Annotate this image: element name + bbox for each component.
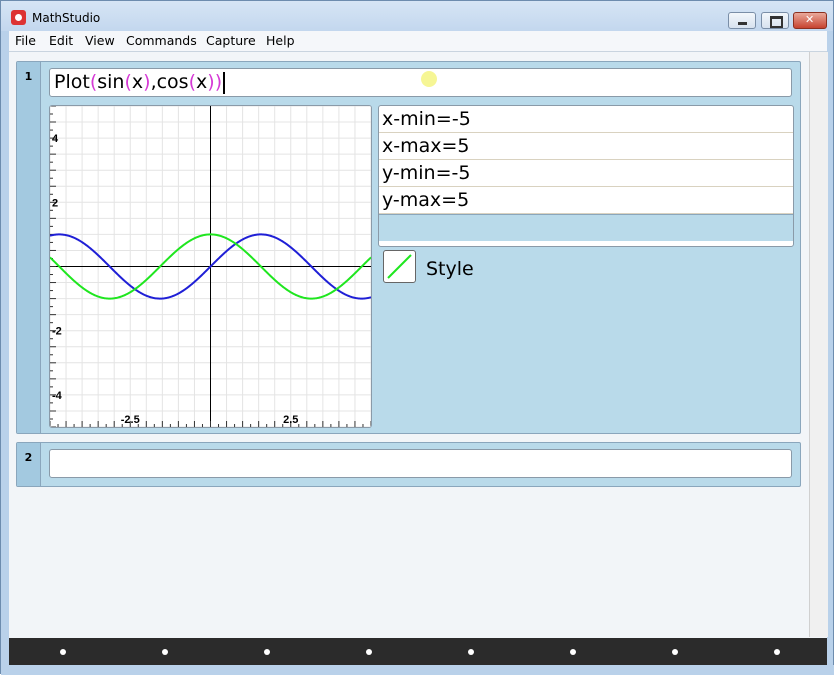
expr-paren: ( [188, 71, 197, 93]
expr-sin: sin [97, 71, 125, 93]
y-tick-label: 2 [52, 197, 58, 209]
cursor-highlight [421, 71, 437, 87]
plot-parameters: x-min=-5 x-max=5 y-min=-5 y-max=5 [378, 105, 794, 247]
y-tick-label: 4 [52, 133, 59, 145]
plot-panel[interactable]: 4 2 -2 -4 -2.5 2.5 [49, 105, 372, 428]
title-bar[interactable]: MathStudio [1, 1, 833, 31]
expr-paren: ) [143, 71, 151, 93]
menu-help[interactable]: Help [266, 33, 295, 48]
maximize-button[interactable] [761, 12, 789, 29]
menu-view[interactable]: View [85, 33, 115, 48]
toolbar-dot[interactable] [60, 649, 66, 655]
toolbar-dot[interactable] [162, 649, 168, 655]
menu-commands[interactable]: Commands [126, 33, 197, 48]
expr-paren: ( [124, 71, 132, 93]
toolbar-dot[interactable] [264, 649, 270, 655]
app-icon [11, 10, 26, 25]
menu-capture[interactable]: Capture [206, 33, 256, 48]
toolbar-dot[interactable] [468, 649, 474, 655]
toolbar-dot[interactable] [366, 649, 372, 655]
expr-func: Plot [54, 71, 90, 93]
menu-bar: File Edit View Commands Capture Help [9, 31, 827, 51]
expr-var: x [196, 71, 208, 93]
expr-paren: ) [207, 71, 215, 93]
x-tick-label: -2.5 [121, 414, 140, 426]
bottom-toolbar [9, 638, 827, 665]
y-tick-label: -4 [52, 390, 63, 402]
cell-number: 1 [17, 62, 41, 433]
minimize-button[interactable] [728, 12, 756, 29]
expression-input[interactable]: Plot(sin(x),cos(x)) [49, 68, 792, 97]
cell-2: 2 [16, 442, 801, 487]
toolbar-dot[interactable] [672, 649, 678, 655]
app-window: MathStudio File Edit View Commands Captu… [0, 0, 834, 675]
param-x-max[interactable]: x-max=5 [379, 133, 793, 160]
style-swatch-button[interactable] [383, 250, 416, 283]
expr-var: x [131, 71, 144, 93]
window-title: MathStudio [32, 11, 101, 25]
toolbar-dot[interactable] [570, 649, 576, 655]
param-x-min[interactable]: x-min=-5 [379, 106, 793, 133]
param-y-max[interactable]: y-max=5 [379, 187, 793, 214]
y-tick-label: -2 [52, 326, 62, 338]
text-caret [223, 71, 226, 94]
param-empty-row[interactable] [379, 214, 793, 241]
expression-input[interactable] [49, 449, 792, 478]
cell-number: 2 [17, 443, 41, 486]
expr-cos: cos [156, 71, 189, 93]
param-y-min[interactable]: y-min=-5 [379, 160, 793, 187]
expr-paren: ) [214, 71, 223, 93]
toolbar-dot[interactable] [774, 649, 780, 655]
menu-edit[interactable]: Edit [49, 33, 73, 48]
x-tick-label: 2.5 [283, 414, 298, 426]
close-button[interactable] [793, 12, 827, 29]
menu-file[interactable]: File [15, 33, 36, 48]
vertical-scrollbar[interactable] [809, 52, 828, 637]
style-label: Style [426, 258, 474, 280]
cell-1: 1 Plot(sin(x),cos(x)) 4 2 -2 -4 -2.5 2.5 x-mi… [16, 61, 801, 434]
line-style-icon [387, 254, 412, 279]
plot-chart: 4 2 -2 -4 -2.5 2.5 [50, 106, 371, 427]
